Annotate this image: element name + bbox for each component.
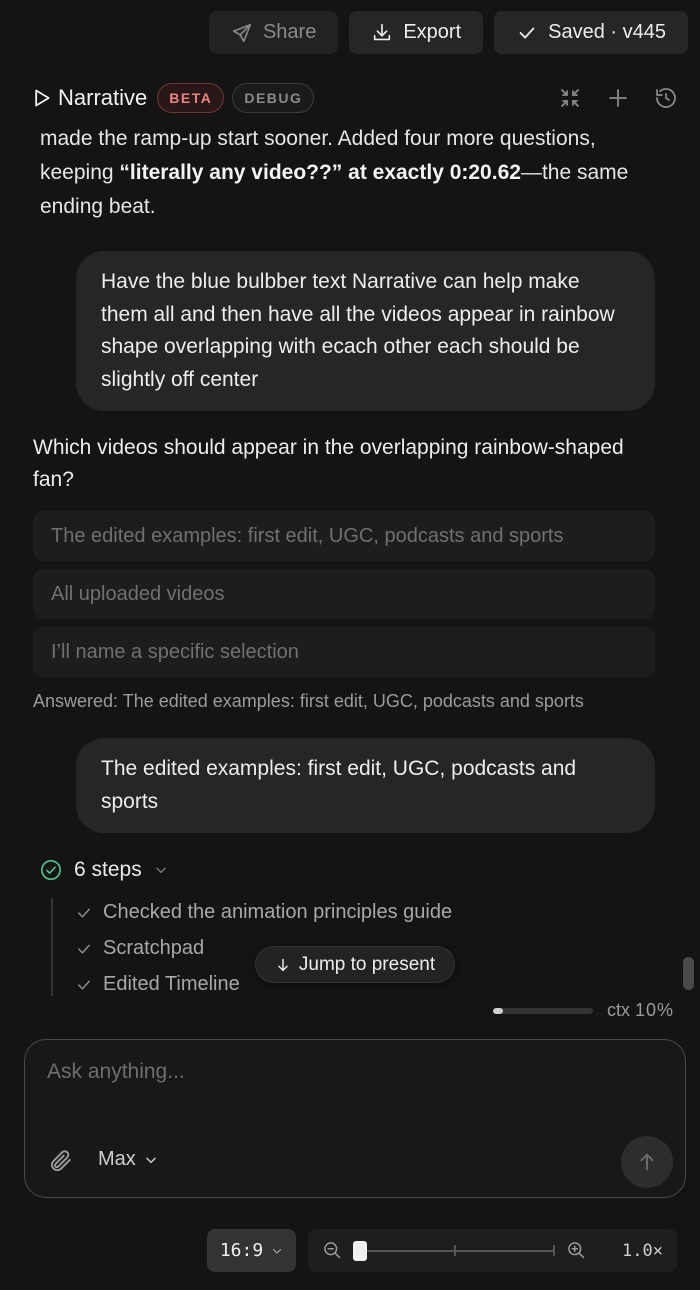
scrollbar-thumb[interactable] (683, 957, 694, 990)
download-icon (374, 23, 391, 40)
debug-badge[interactable]: DEBUG (232, 83, 315, 113)
answer-option[interactable]: All uploaded videos (33, 569, 655, 619)
top-toolbar: Share Export Saved · v445 (208, 11, 688, 54)
assistant-message: made the ramp-up start sooner. Added fou… (40, 122, 650, 224)
steps-divider (51, 898, 53, 996)
collapse-icon[interactable] (558, 86, 582, 110)
answer-option[interactable]: I’ll name a specific selection (33, 627, 655, 677)
step-item: Checked the animation principles guide (75, 901, 452, 924)
panel-header: Narrative BETA DEBUG (32, 80, 678, 116)
context-track (492, 1007, 593, 1014)
check-icon (78, 980, 90, 989)
arrow-up-icon (640, 1153, 654, 1171)
saved-label: Saved · v445 (548, 21, 666, 43)
arrow-down-icon (278, 958, 288, 971)
answered-status: Answered: The edited examples: first edi… (33, 691, 584, 711)
saved-button[interactable]: Saved · v445 (494, 11, 688, 54)
plus-icon[interactable] (606, 86, 630, 110)
context-fill (492, 1007, 503, 1014)
zoom-in-icon[interactable] (566, 1240, 586, 1260)
jump-to-present-button[interactable]: Jump to present (255, 946, 455, 983)
brand-name: Narrative (58, 85, 148, 110)
share-button[interactable]: Share (208, 11, 339, 54)
app-root: Share Export Saved · v445 Narrative BETA… (0, 0, 700, 1290)
chevron-down-icon (155, 867, 166, 874)
step-label: Checked the animation principles guide (103, 901, 453, 923)
model-selector[interactable]: Max (98, 1148, 158, 1171)
user-message-bubble: Have the blue bulbber text Narrative can… (76, 251, 655, 411)
export-button[interactable]: Export (349, 11, 484, 54)
share-label: Share (262, 21, 317, 43)
play-logo-icon (35, 89, 50, 107)
zoom-tick (454, 1245, 456, 1256)
check-icon (78, 944, 90, 953)
steps-label: 6 steps (74, 858, 142, 881)
paperclip-icon[interactable] (47, 1148, 73, 1174)
chevron-down-icon (146, 1157, 156, 1163)
aspect-ratio-label: 16:9 (219, 1240, 264, 1261)
beta-badge: BETA (157, 83, 225, 113)
header-actions (558, 86, 678, 110)
assistant-text-bold: “literally any video??” at exactly 0:20.… (119, 161, 521, 184)
history-icon[interactable] (654, 86, 678, 110)
zoom-out-icon[interactable] (322, 1240, 342, 1260)
step-label: Edited Timeline (103, 973, 240, 995)
check-circle-icon (41, 860, 61, 880)
steps-toggle[interactable]: 6 steps (40, 858, 168, 882)
message-input[interactable] (47, 1060, 647, 1120)
chevron-down-icon (273, 1248, 282, 1254)
context-label: ctx 10% (606, 1000, 674, 1020)
step-label: Scratchpad (103, 937, 205, 959)
assistant-question: Which videos should appear in the overla… (33, 436, 624, 491)
user-message-bubble: The edited examples: first edit, UGC, po… (76, 738, 655, 833)
send-icon (232, 23, 252, 42)
step-item: Scratchpad (75, 937, 204, 960)
aspect-ratio-select[interactable]: 16:9 (207, 1229, 296, 1272)
context-meter: ctx 10% (492, 1000, 674, 1021)
jump-label: Jump to present (298, 953, 436, 975)
composer: Max (24, 1039, 686, 1198)
zoom-tick (553, 1245, 555, 1256)
zoom-control: 1.0× (308, 1229, 677, 1272)
brand: Narrative (32, 85, 147, 111)
zoom-value: 1.0× (622, 1241, 663, 1261)
zoom-slider-thumb[interactable] (353, 1241, 367, 1261)
step-item: Edited Timeline (75, 973, 240, 996)
answer-option[interactable]: The edited examples: first edit, UGC, po… (33, 511, 655, 561)
export-label: Export (403, 21, 462, 43)
model-label: Max (98, 1148, 136, 1170)
send-button[interactable] (621, 1136, 673, 1188)
check-icon (78, 908, 90, 917)
check-icon (519, 26, 535, 38)
